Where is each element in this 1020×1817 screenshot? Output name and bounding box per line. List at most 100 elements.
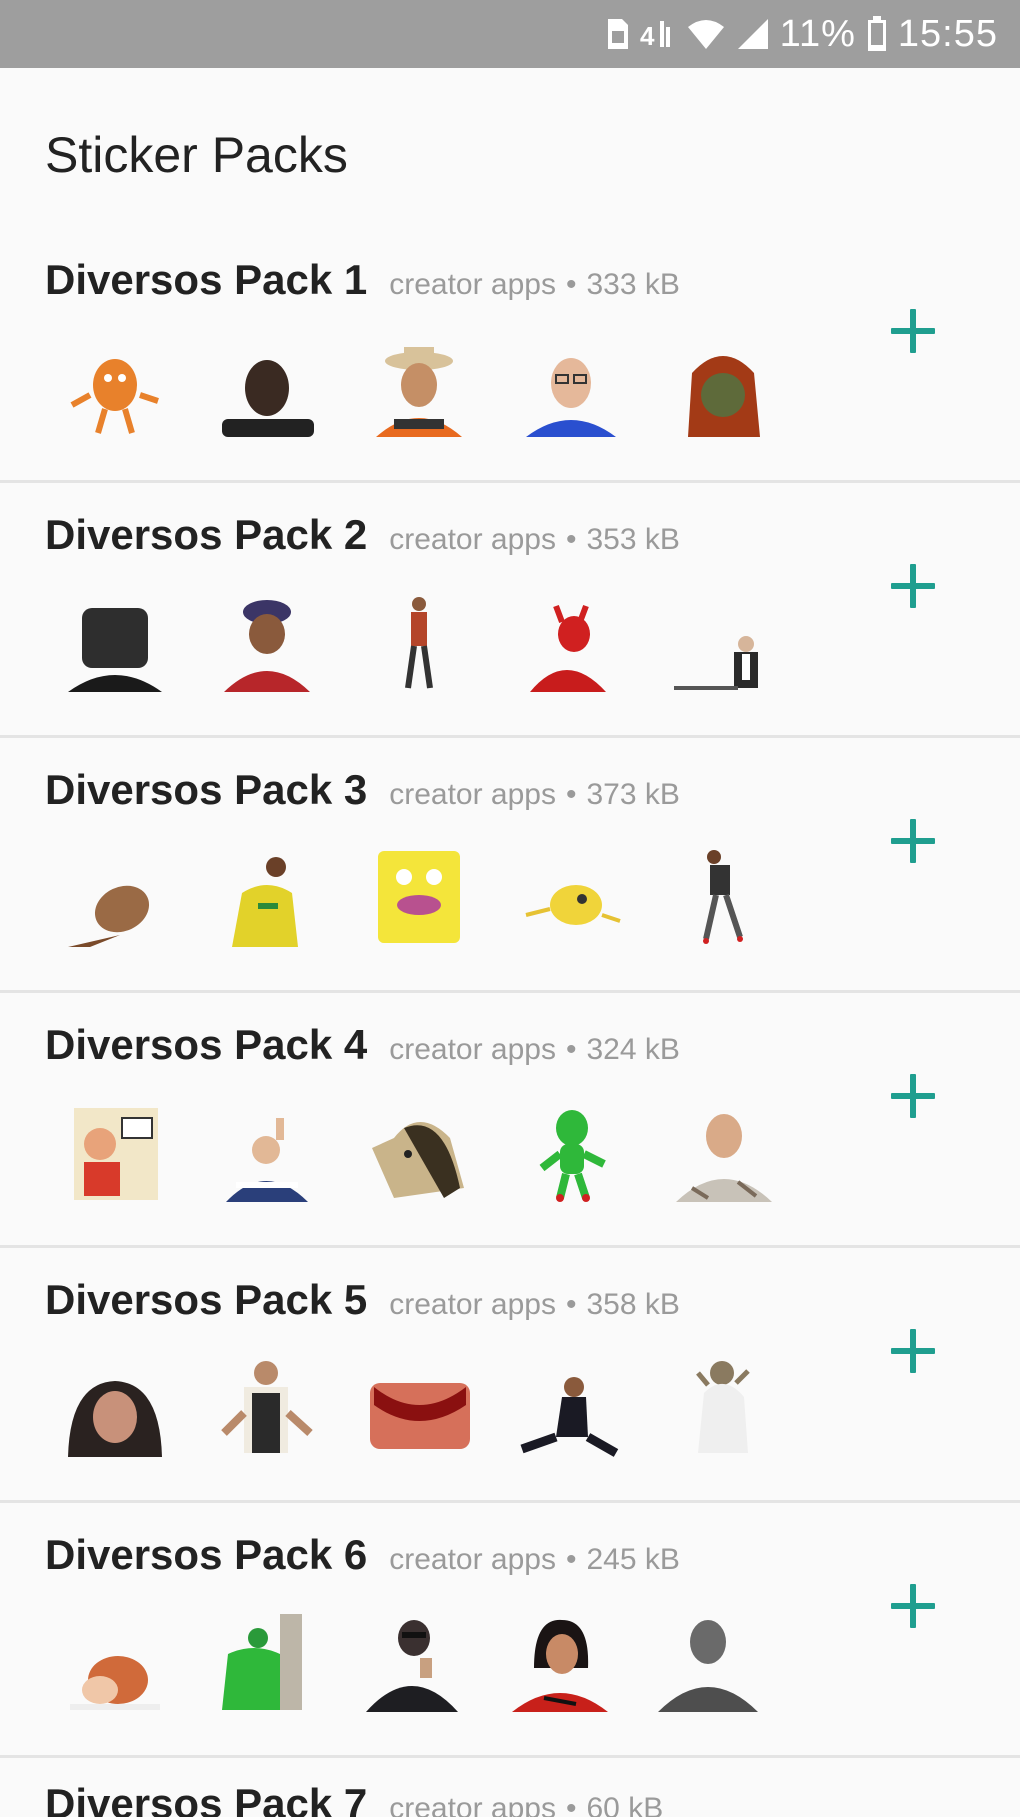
walking-person-sticker <box>364 588 474 698</box>
pack-publisher: creator apps <box>389 523 556 556</box>
pack-meta: creator apps • 60 kB <box>389 1792 663 1817</box>
add-to-whatsapp-button[interactable] <box>878 296 948 366</box>
sitting-man-sticker <box>516 1353 626 1463</box>
man-in-red-cap-sticker <box>212 588 322 698</box>
orange-creature-sticker <box>60 333 170 443</box>
green-figure-sticker <box>208 1608 318 1718</box>
sticker-pack-list: Diversos Pack 1 creator apps • 333 kB Di… <box>0 228 1020 1817</box>
pack-name: Diversos Pack 4 <box>45 1021 368 1068</box>
thumbs-up-man-sticker <box>212 1098 322 1208</box>
man-with-glasses-sticker <box>516 333 626 443</box>
shadowed-man-sticker <box>60 588 170 698</box>
pack-meta: creator apps • 333 kB <box>389 268 680 302</box>
sticker-pack-item[interactable]: Diversos Pack 7 creator apps • 60 kB <box>0 1758 1020 1817</box>
pack-size: 333 kB <box>586 268 680 301</box>
man-in-plaid-shirt-sticker <box>668 1098 778 1208</box>
pack-size: 358 kB <box>586 1288 680 1321</box>
sticker-preview-row <box>60 583 778 698</box>
pack-header: Diversos Pack 6 creator apps • 245 kB <box>45 1531 680 1579</box>
pack-publisher: creator apps <box>389 1543 556 1576</box>
sleeping-child-sticker <box>60 1608 170 1718</box>
pack-size: 373 kB <box>586 778 680 811</box>
app-bar: Sticker Packs <box>0 68 1020 228</box>
meta-separator: • <box>565 778 577 811</box>
meta-separator: • <box>565 1033 577 1066</box>
sticker-pack-item[interactable]: Diversos Pack 2 creator apps • 353 kB <box>0 483 1020 738</box>
pack-publisher: creator apps <box>389 778 556 811</box>
pack-publisher: creator apps <box>389 1033 556 1066</box>
pack-size: 60 kB <box>586 1792 664 1817</box>
statue-bust-sticker <box>652 1608 762 1718</box>
sticker-pack-item[interactable]: Diversos Pack 3 creator apps • 373 kB <box>0 738 1020 993</box>
pack-name: Diversos Pack 5 <box>45 1276 368 1323</box>
sticker-preview-row <box>60 1093 778 1208</box>
meta-separator: • <box>565 1543 577 1576</box>
pack-meta: creator apps • 324 kB <box>389 1033 680 1067</box>
sticker-pack-item[interactable]: Diversos Pack 1 creator apps • 333 kB <box>0 228 1020 483</box>
man-head-sticker <box>212 333 322 443</box>
add-to-whatsapp-button[interactable] <box>878 551 948 621</box>
pack-size: 353 kB <box>586 523 680 556</box>
wifi-icon <box>686 17 726 51</box>
sticker-preview-row <box>60 328 778 443</box>
add-to-whatsapp-button[interactable] <box>878 1571 948 1641</box>
sticker-pack-item[interactable]: Diversos Pack 4 creator apps • 324 kB <box>0 993 1020 1248</box>
sticker-pack-item[interactable]: Diversos Pack 6 creator apps • 245 kB <box>0 1503 1020 1758</box>
meta-separator: • <box>565 1288 577 1321</box>
cell-signal-icon <box>736 17 770 51</box>
pack-meta: creator apps • 358 kB <box>389 1288 680 1322</box>
small-figure-sticker <box>668 1353 778 1463</box>
sticker-preview-row <box>60 1603 762 1718</box>
meta-separator: • <box>565 268 577 301</box>
flying-sponge-sticker <box>516 843 626 953</box>
pack-meta: creator apps • 353 kB <box>389 523 680 557</box>
add-to-whatsapp-button[interactable] <box>878 1061 948 1131</box>
sim-card-icon <box>604 17 630 51</box>
status-bar: 4 11% 15:55 <box>0 0 1020 68</box>
page-title: Sticker Packs <box>45 127 348 183</box>
pack-publisher: creator apps <box>389 268 556 301</box>
singer-in-red-sticker <box>504 1608 614 1718</box>
pack-size: 245 kB <box>586 1543 680 1576</box>
meta-separator: • <box>565 1792 577 1817</box>
man-in-suit-sticker <box>668 588 778 698</box>
pack-header: Diversos Pack 5 creator apps • 358 kB <box>45 1276 680 1324</box>
svg-text:4: 4 <box>640 21 655 51</box>
woman-face-sticker <box>60 1353 170 1463</box>
pack-header: Diversos Pack 2 creator apps • 353 kB <box>45 511 680 559</box>
battery-icon <box>866 16 888 52</box>
pack-header: Diversos Pack 4 creator apps • 324 kB <box>45 1021 680 1069</box>
pack-publisher: creator apps <box>389 1792 556 1817</box>
red-devil-sticker <box>516 588 626 698</box>
pack-name: Diversos Pack 7 <box>45 1780 368 1817</box>
man-in-yellow-shirt-sticker <box>212 843 322 953</box>
pack-name: Diversos Pack 1 <box>45 256 368 303</box>
signal-4g-icon: 4 <box>640 17 676 51</box>
sticker-pack-item[interactable]: Diversos Pack 5 creator apps • 358 kB <box>0 1248 1020 1503</box>
sponge-character-sticker <box>364 843 474 953</box>
pack-header: Diversos Pack 3 creator apps • 373 kB <box>45 766 680 814</box>
pack-header: Diversos Pack 7 creator apps • 60 kB <box>45 1780 663 1817</box>
add-to-whatsapp-button[interactable] <box>878 1316 948 1386</box>
sticker-preview-row <box>60 1348 778 1463</box>
red-lips-sticker <box>364 1353 474 1463</box>
add-to-whatsapp-button[interactable] <box>878 806 948 876</box>
battery-percent: 11% <box>779 12 856 55</box>
pack-name: Diversos Pack 6 <box>45 1531 368 1578</box>
pack-name: Diversos Pack 3 <box>45 766 368 813</box>
pack-publisher: creator apps <box>389 1288 556 1321</box>
pack-name: Diversos Pack 2 <box>45 511 368 558</box>
goblin-face-sticker <box>364 1098 474 1208</box>
laughing-man-sticker <box>60 843 170 953</box>
clock: 15:55 <box>897 12 998 55</box>
green-character-sticker <box>516 1098 626 1208</box>
hooded-figure-sticker <box>668 333 778 443</box>
pack-size: 324 kB <box>586 1033 680 1066</box>
dancing-woman-sticker <box>668 843 778 953</box>
pack-meta: creator apps • 373 kB <box>389 778 680 812</box>
cartoon-comic-sticker <box>60 1098 170 1208</box>
man-with-hat-sticker <box>364 333 474 443</box>
sticker-preview-row <box>60 838 778 953</box>
man-in-vest-sticker <box>212 1353 322 1463</box>
meta-separator: • <box>565 523 577 556</box>
